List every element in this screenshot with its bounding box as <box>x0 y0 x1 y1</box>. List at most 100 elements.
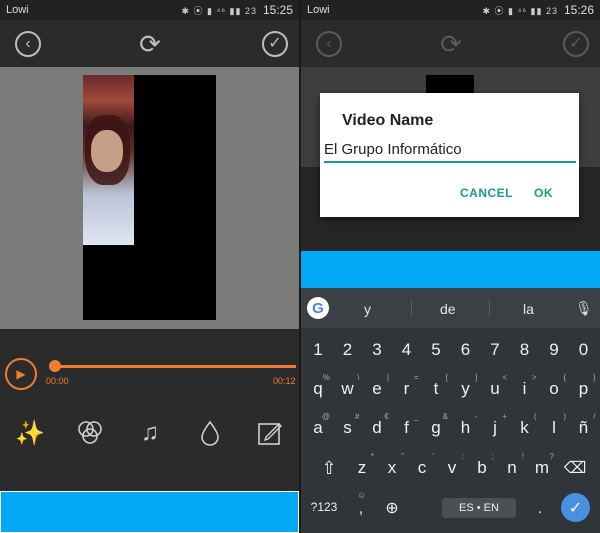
suggestion-1[interactable]: y <box>364 301 371 317</box>
edit-icon[interactable] <box>255 418 285 448</box>
key-f[interactable]: f _ <box>393 412 421 438</box>
carrier-label: Lowi <box>6 4 29 16</box>
globe-icon[interactable]: ⊕ <box>381 498 403 518</box>
key-p[interactable]: p} <box>570 373 598 399</box>
key-b[interactable]: b; <box>468 452 496 478</box>
suggestion-separator <box>411 300 412 316</box>
key-t[interactable]: t[ <box>422 373 450 399</box>
magic-wand-icon[interactable]: ✨ <box>15 418 45 448</box>
key-k[interactable]: k( <box>511 412 539 438</box>
clock: 15:25 <box>262 3 293 17</box>
key-a[interactable]: a @ <box>304 412 332 438</box>
key-m[interactable]: m? <box>528 452 556 478</box>
key-1[interactable]: 1 <box>304 340 332 360</box>
suggestion-separator <box>489 300 490 316</box>
enter-key[interactable]: ✓ <box>561 493 590 522</box>
key-7[interactable]: 7 <box>481 340 509 360</box>
key-6[interactable]: 6 <box>452 340 480 360</box>
key-h[interactable]: h- <box>452 412 480 438</box>
status-icons: ✱ ⦿ ▮ ⁴⁶ ▮▮ 23 <box>482 5 558 16</box>
mic-icon[interactable]: 🎙 <box>575 300 593 317</box>
key-q[interactable]: q% <box>304 373 332 399</box>
key-s[interactable]: s # <box>334 412 362 438</box>
banner-area[interactable] <box>301 251 600 288</box>
key-y[interactable]: y] <box>452 373 480 399</box>
key-w[interactable]: w \ <box>334 373 362 399</box>
play-button[interactable]: ▶ <box>5 358 37 390</box>
total-time: 00:12 <box>273 376 296 386</box>
back-button[interactable]: ‹ <box>316 31 342 57</box>
confirm-button[interactable]: ✓ <box>563 31 589 57</box>
key-l[interactable]: l) <box>540 412 568 438</box>
key-e[interactable]: e | <box>363 373 391 399</box>
cancel-button[interactable]: CANCEL <box>460 186 513 200</box>
video-frame[interactable] <box>83 75 216 320</box>
seek-handle[interactable] <box>49 360 61 372</box>
key-hint: # <box>355 412 360 421</box>
key-r[interactable]: r = <box>393 373 421 399</box>
key-u[interactable]: u < <box>481 373 509 399</box>
key-hint: < <box>502 373 507 382</box>
key-g[interactable]: g & <box>422 412 450 438</box>
period-key[interactable]: . <box>533 500 547 517</box>
soft-keyboard: G y de la 🎙 1234567890 q% w \ e | r = t[y] u < i > o… <box>301 288 600 533</box>
key-2[interactable]: 2 <box>334 340 362 360</box>
key-hint: ( <box>533 412 537 421</box>
key-hint: { <box>563 373 566 382</box>
key-v[interactable]: v: <box>438 452 466 478</box>
key-hint: + <box>502 412 507 421</box>
google-icon[interactable]: G <box>307 297 329 319</box>
key-4[interactable]: 4 <box>393 340 421 360</box>
key-9[interactable]: 9 <box>540 340 568 360</box>
key-hint: = <box>413 373 419 382</box>
key-c[interactable]: c ' <box>408 452 436 478</box>
suggestion-2[interactable]: de <box>440 301 456 317</box>
key-8[interactable]: 8 <box>511 340 539 360</box>
banner-area[interactable] <box>0 491 299 533</box>
status-bar: Lowi ✱ ⦿ ▮ ⁴⁶ ▮▮ 23 15:26 <box>301 0 600 20</box>
drop-icon[interactable] <box>195 418 225 448</box>
confirm-button[interactable]: ✓ <box>262 31 288 57</box>
key-0[interactable]: 0 <box>570 340 598 360</box>
thumbnail-face <box>91 130 123 172</box>
chevron-left-icon: ‹ <box>25 35 31 52</box>
video-preview <box>0 67 299 329</box>
key-5[interactable]: 5 <box>422 340 450 360</box>
play-icon: ▶ <box>16 367 26 381</box>
key-ñ[interactable]: ñ / <box>570 412 598 438</box>
current-time: 00:00 <box>46 376 69 386</box>
key-n[interactable]: n! <box>498 452 526 478</box>
back-button[interactable]: ‹ <box>15 31 41 57</box>
seek-track[interactable] <box>54 365 296 368</box>
key-i[interactable]: i > <box>511 373 539 399</box>
key-hint: € <box>384 412 389 421</box>
music-icon[interactable]: ♫ <box>135 418 165 448</box>
edit-svg <box>258 423 282 445</box>
comma-key[interactable]: , ☺ <box>351 490 371 517</box>
key-j[interactable]: j + <box>481 412 509 438</box>
symbols-key[interactable]: ?123 <box>307 500 341 514</box>
backspace-key-icon[interactable]: ⌫ <box>560 458 590 478</box>
space-key[interactable]: ES • EN <box>442 498 516 518</box>
filters-svg <box>78 421 102 444</box>
shift-key-icon[interactable]: ⇧ <box>315 458 343 479</box>
key-hint: [ <box>445 373 448 382</box>
key-z[interactable]: z * <box>348 452 376 478</box>
video-thumbnail <box>83 75 134 245</box>
key-hint: - <box>474 412 478 421</box>
key-d[interactable]: d € <box>363 412 391 438</box>
key-hint: ] <box>475 373 478 382</box>
key-x[interactable]: x " <box>378 452 406 478</box>
key-hint: * <box>370 452 374 461</box>
suggestion-3[interactable]: la <box>523 301 534 317</box>
key-hint: > <box>531 373 537 382</box>
key-3[interactable]: 3 <box>363 340 391 360</box>
ok-button[interactable]: OK <box>534 186 553 200</box>
key-hint: } <box>592 373 596 382</box>
rotate-icon[interactable]: ⟳ <box>436 29 466 59</box>
rotate-icon[interactable]: ⟳ <box>135 29 165 59</box>
key-o[interactable]: o{ <box>540 373 568 399</box>
key-hint: & <box>442 412 448 421</box>
color-filters-icon[interactable] <box>75 418 105 448</box>
video-name-input[interactable]: El Grupo Informático <box>324 141 576 163</box>
